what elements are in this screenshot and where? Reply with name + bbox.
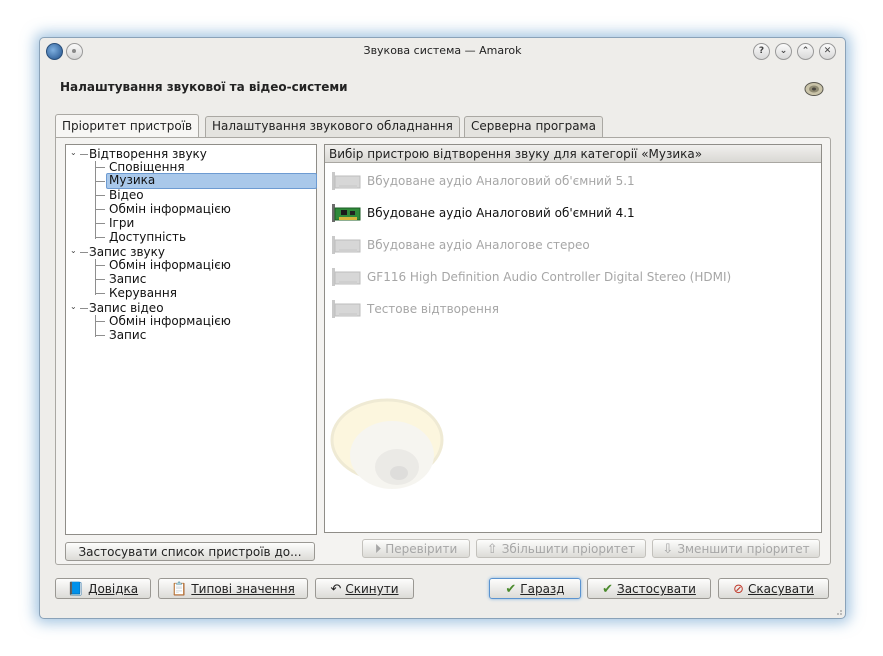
tree-item-rec-recording[interactable]: Запис	[109, 272, 146, 286]
arrow-down-icon: ⇩	[662, 541, 674, 557]
sound-card-icon	[332, 172, 361, 190]
maximize-icon[interactable]: ⌃	[797, 43, 814, 60]
tab-device-priority[interactable]: Пріоритет пристроїв	[55, 114, 200, 138]
tree-item-rec-communication[interactable]: Обмін інформацією	[109, 258, 231, 272]
tree-item-video[interactable]: Відео	[109, 188, 144, 202]
tree-item-accessibility[interactable]: Доступність	[109, 230, 186, 244]
defaults-button-label: Типові значення	[191, 582, 295, 596]
tree-line	[95, 223, 105, 224]
device-row[interactable]: Тестове відтворення	[331, 297, 811, 323]
tree-item-communication[interactable]: Обмін інформацією	[109, 202, 231, 216]
help-titlebar-icon[interactable]: ?	[753, 43, 770, 60]
resize-grip-icon[interactable]	[835, 608, 843, 616]
apply-device-list-button[interactable]: Застосувати список пристроїв до...	[65, 542, 315, 561]
tree-line	[80, 154, 88, 155]
device-row[interactable]: Вбудоване аудіо Аналоговий об'ємний 4.1	[331, 201, 811, 227]
defer-button-label: Зменшити пріоритет	[677, 542, 810, 556]
tree-group-playback[interactable]: Відтворення звуку	[89, 147, 207, 161]
sound-card-icon	[332, 204, 361, 222]
tree-item-music[interactable]: Музика	[106, 173, 317, 189]
cancel-button-label: Скасувати	[748, 582, 814, 596]
expand-arrow-icon[interactable]: ⌄	[70, 302, 77, 311]
help-book-icon: 📘	[67, 581, 85, 597]
test-button-label: Перевірити	[385, 542, 458, 556]
help-button-label: Довідка	[88, 582, 139, 596]
tree-line	[95, 265, 105, 266]
tree-line	[95, 181, 105, 182]
prefer-button-label: Збільшити пріоритет	[501, 542, 636, 556]
tab-pane-device-priority: ⌄ ⌄ ⌄ Відтворення звуку Сповіщення Музик…	[55, 137, 831, 565]
tree-line	[95, 167, 105, 168]
device-row[interactable]: Вбудоване аудіо Аналоговий об'ємний 5.1	[331, 169, 811, 195]
tree-item-games[interactable]: Ігри	[109, 216, 134, 230]
apply-button-label: Застосувати	[617, 582, 696, 596]
prefer-button[interactable]: ⇧ Збільшити пріоритет	[476, 539, 646, 558]
device-label: Вбудоване аудіо Аналоговий об'ємний 5.1	[367, 174, 635, 188]
apply-button[interactable]: ✔ Застосувати	[587, 578, 711, 599]
arrow-up-icon: ⇧	[486, 541, 498, 557]
tree-line	[95, 195, 105, 196]
ok-button-label: Гаразд	[520, 582, 565, 596]
reset-button-label: Скинути	[345, 582, 399, 596]
category-tree[interactable]: ⌄ ⌄ ⌄ Відтворення звуку Сповіщення Музик…	[65, 144, 317, 535]
help-button[interactable]: 📘 Довідка	[55, 578, 151, 599]
play-icon: ⏵	[374, 541, 382, 557]
test-button[interactable]: ⏵ Перевірити	[362, 539, 470, 558]
speaker-header-icon	[804, 82, 824, 96]
tree-item-notifications[interactable]: Сповіщення	[109, 160, 185, 174]
tree-item-vid-communication[interactable]: Обмін інформацією	[109, 314, 231, 328]
tab-audio-hardware[interactable]: Налаштування звукового обладнання	[205, 116, 460, 137]
page-title: Налаштування звукової та відео-системи	[60, 80, 348, 94]
device-label: GF116 High Definition Audio Controller D…	[367, 270, 732, 284]
minimize-icon[interactable]: ⌄	[775, 43, 792, 60]
device-row[interactable]: GF116 High Definition Audio Controller D…	[331, 265, 811, 291]
tree-line	[95, 335, 105, 336]
tab-backend[interactable]: Серверна програма	[464, 116, 603, 137]
window-title: Звукова система — Amarok	[363, 44, 522, 57]
tree-line	[95, 237, 105, 238]
ok-button[interactable]: ✔ Гаразд	[489, 578, 581, 599]
device-list[interactable]: Вибір пристрою відтворення звуку для кат…	[324, 144, 822, 533]
device-list-header: Вибір пристрою відтворення звуку для кат…	[325, 145, 821, 163]
tree-line	[95, 293, 105, 294]
expand-arrow-icon[interactable]: ⌄	[70, 148, 77, 157]
device-label: Тестове відтворення	[367, 302, 499, 316]
defaults-button[interactable]: 📋 Типові значення	[158, 578, 308, 599]
tree-item-rec-control[interactable]: Керування	[109, 286, 177, 300]
titlebar[interactable]: Звукова система — Amarok ? ⌄ ⌃ ✕	[40, 38, 845, 64]
cancel-icon: ⊘	[733, 581, 744, 597]
tree-group-video-recording[interactable]: Запис відео	[89, 301, 164, 315]
checkmark-icon: ✔	[602, 581, 613, 597]
expand-arrow-icon[interactable]: ⌄	[70, 246, 77, 255]
tree-line	[95, 321, 105, 322]
device-row[interactable]: Вбудоване аудіо Аналогове стерео	[331, 233, 811, 259]
tree-line	[80, 308, 88, 309]
reset-button[interactable]: ↶ Скинути	[315, 578, 414, 599]
undo-icon: ↶	[330, 581, 342, 597]
defer-button[interactable]: ⇩ Зменшити пріоритет	[652, 539, 820, 558]
defaults-icon: 📋	[171, 581, 188, 597]
tree-line	[80, 252, 88, 253]
device-label: Вбудоване аудіо Аналоговий об'ємний 4.1	[367, 206, 635, 220]
cancel-button[interactable]: ⊘ Скасувати	[718, 578, 829, 599]
tree-line	[95, 315, 96, 337]
close-icon[interactable]: ✕	[819, 43, 836, 60]
sound-card-icon	[332, 300, 361, 318]
sound-card-icon	[332, 236, 361, 254]
checkmark-icon: ✔	[505, 581, 517, 597]
tree-line	[95, 161, 96, 239]
tree-group-recording[interactable]: Запис звуку	[89, 245, 165, 259]
tree-line	[95, 209, 105, 210]
dialog-window: Звукова система — Amarok ? ⌄ ⌃ ✕ Налашту…	[39, 37, 846, 619]
device-label: Вбудоване аудіо Аналогове стерео	[367, 238, 590, 252]
tree-item-vid-recording[interactable]: Запис	[109, 328, 146, 342]
speaker-watermark-icon	[330, 398, 444, 489]
tree-line	[95, 279, 105, 280]
sound-card-icon	[332, 268, 361, 286]
